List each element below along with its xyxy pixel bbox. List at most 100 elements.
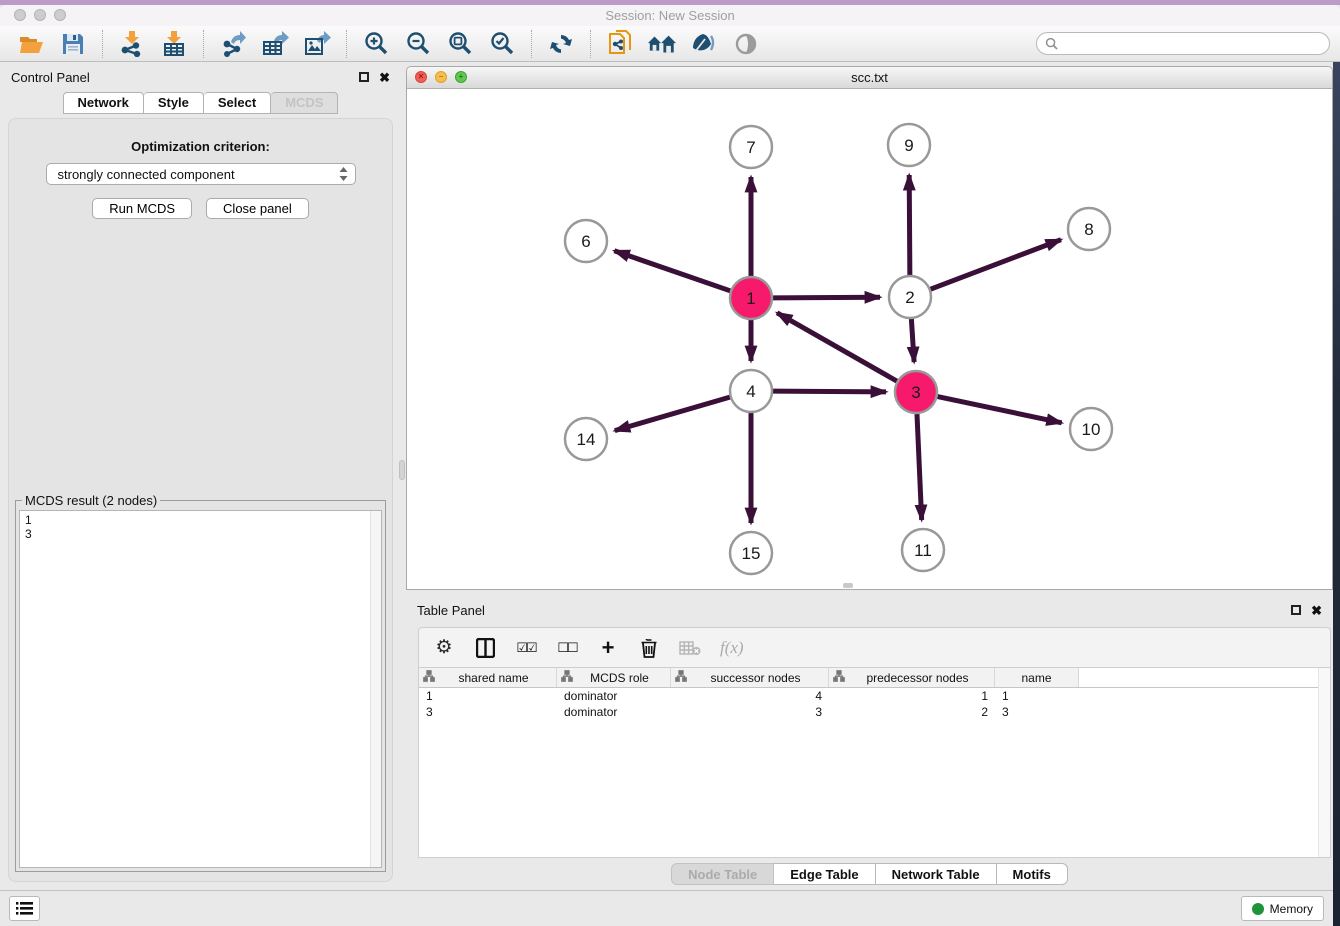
node-label-10: 10 bbox=[1082, 420, 1101, 439]
memory-label: Memory bbox=[1270, 902, 1313, 916]
cell-predecessor-nodes[interactable]: 1 bbox=[829, 689, 995, 703]
cell-successor-nodes[interactable]: 3 bbox=[671, 705, 829, 719]
node-label-1: 1 bbox=[746, 289, 755, 308]
column-header-successor-nodes[interactable]: successor nodes bbox=[671, 668, 829, 687]
panel-divider-grip[interactable] bbox=[399, 460, 405, 480]
edge-2-8[interactable] bbox=[931, 240, 1061, 290]
split-panel-icon[interactable] bbox=[474, 636, 496, 660]
app-titlebar: Session: New Session bbox=[0, 5, 1340, 26]
close-network-icon[interactable]: ✕ bbox=[415, 71, 427, 83]
select-all-rows-icon[interactable]: ☑☑ bbox=[515, 636, 537, 660]
home-layout-icon[interactable] bbox=[647, 30, 677, 58]
save-session-icon[interactable] bbox=[58, 30, 88, 58]
cell-predecessor-nodes[interactable]: 2 bbox=[829, 705, 995, 719]
delete-table-icon bbox=[679, 636, 701, 660]
edge-1-6[interactable] bbox=[614, 251, 730, 291]
cell-MCDS-role[interactable]: dominator bbox=[557, 705, 671, 719]
network-view-window: ✕ − + scc.txt 7968124314101511 bbox=[406, 66, 1333, 590]
add-column-icon[interactable]: + bbox=[597, 636, 619, 660]
open-session-icon[interactable] bbox=[16, 30, 46, 58]
tab-mcds[interactable]: MCDS bbox=[271, 92, 338, 114]
apply-style-icon[interactable] bbox=[689, 30, 719, 58]
zoom-in-icon[interactable] bbox=[361, 30, 391, 58]
float-table-panel-icon[interactable] bbox=[1291, 605, 1301, 615]
cell-name[interactable]: 3 bbox=[995, 705, 1079, 719]
refresh-view-icon[interactable] bbox=[546, 30, 576, 58]
import-network-icon[interactable] bbox=[117, 30, 147, 58]
network-graph[interactable]: 7968124314101511 bbox=[407, 89, 1332, 589]
cell-MCDS-role[interactable]: dominator bbox=[557, 689, 671, 703]
edge-3-10[interactable] bbox=[938, 397, 1062, 423]
tab-network-table[interactable]: Network Table bbox=[876, 863, 997, 885]
edge-3-11[interactable] bbox=[917, 414, 922, 520]
search-field[interactable] bbox=[1036, 32, 1330, 55]
delete-column-icon[interactable] bbox=[638, 636, 660, 660]
mcds-result-text[interactable]: 1 3 bbox=[19, 510, 382, 868]
node-label-15: 15 bbox=[742, 544, 761, 563]
zoom-fit-icon[interactable] bbox=[445, 30, 475, 58]
float-panel-icon[interactable] bbox=[359, 72, 369, 82]
table-header-row: shared nameMCDS rolesuccessor nodesprede… bbox=[419, 668, 1330, 688]
deselect-all-rows-icon[interactable]: ☐☐ bbox=[556, 636, 578, 660]
task-history-button[interactable] bbox=[9, 896, 40, 921]
cell-shared-name[interactable]: 1 bbox=[419, 689, 557, 703]
close-panel-button[interactable]: Close panel bbox=[206, 198, 309, 219]
network-canvas[interactable]: 7968124314101511 bbox=[407, 89, 1332, 589]
table-panel-header: Table Panel ✖ bbox=[406, 595, 1333, 625]
column-header-predecessor-nodes[interactable]: predecessor nodes bbox=[829, 668, 995, 687]
edge-4-3[interactable] bbox=[773, 391, 886, 392]
tab-select[interactable]: Select bbox=[204, 92, 271, 114]
edge-4-14[interactable] bbox=[615, 397, 730, 430]
function-builder-icon: f(x) bbox=[720, 636, 744, 660]
result-scrollbar[interactable] bbox=[370, 511, 381, 867]
edge-2-9[interactable] bbox=[909, 175, 910, 275]
search-input[interactable] bbox=[1063, 37, 1321, 51]
tab-node-table[interactable]: Node Table bbox=[671, 863, 774, 885]
node-table[interactable]: shared nameMCDS rolesuccessor nodesprede… bbox=[418, 667, 1331, 858]
zoom-selected-icon[interactable] bbox=[487, 30, 517, 58]
network-window-title: scc.txt bbox=[851, 70, 888, 85]
export-table-icon[interactable] bbox=[260, 30, 290, 58]
import-table-icon[interactable] bbox=[159, 30, 189, 58]
criterion-dropdown[interactable]: strongly connected component bbox=[46, 163, 356, 185]
run-mcds-button[interactable]: Run MCDS bbox=[92, 198, 192, 219]
column-header-name[interactable]: name bbox=[995, 668, 1079, 687]
cell-successor-nodes[interactable]: 4 bbox=[671, 689, 829, 703]
maximize-network-icon[interactable]: + bbox=[455, 71, 467, 83]
window-controls bbox=[14, 9, 66, 21]
close-table-panel-icon[interactable]: ✖ bbox=[1311, 604, 1322, 617]
tab-network[interactable]: Network bbox=[63, 92, 144, 114]
cell-name[interactable]: 1 bbox=[995, 689, 1079, 703]
column-header-shared-name[interactable]: shared name bbox=[419, 668, 557, 687]
mcds-result-title: MCDS result (2 nodes) bbox=[22, 493, 160, 508]
control-panel-tabs: NetworkStyleSelectMCDS bbox=[0, 92, 401, 114]
canvas-scrollbar-thumb[interactable] bbox=[843, 583, 853, 588]
tab-motifs[interactable]: Motifs bbox=[997, 863, 1068, 885]
table-row[interactable]: 3dominator323 bbox=[419, 704, 1330, 720]
minimize-window-icon[interactable] bbox=[34, 9, 46, 21]
network-from-selection-icon[interactable] bbox=[605, 30, 635, 58]
close-window-icon[interactable] bbox=[14, 9, 26, 21]
tab-edge-table[interactable]: Edge Table bbox=[774, 863, 875, 885]
show-graphics-details-icon[interactable] bbox=[731, 30, 761, 58]
cell-shared-name[interactable]: 3 bbox=[419, 705, 557, 719]
close-panel-icon[interactable]: ✖ bbox=[379, 71, 390, 84]
hierarchy-icon bbox=[833, 670, 845, 685]
main-toolbar bbox=[0, 26, 1340, 62]
export-network-icon[interactable] bbox=[218, 30, 248, 58]
table-row[interactable]: 1dominator411 bbox=[419, 688, 1330, 704]
edge-1-2[interactable] bbox=[773, 297, 880, 298]
edge-2-3[interactable] bbox=[911, 319, 914, 362]
tab-style[interactable]: Style bbox=[144, 92, 204, 114]
table-scrollbar[interactable] bbox=[1318, 668, 1330, 857]
column-header-MCDS-role[interactable]: MCDS role bbox=[557, 668, 671, 687]
maximize-window-icon[interactable] bbox=[54, 9, 66, 21]
zoom-out-icon[interactable] bbox=[403, 30, 433, 58]
minimize-network-icon[interactable]: − bbox=[435, 71, 447, 83]
toolbar-separator bbox=[531, 30, 532, 58]
memory-button[interactable]: Memory bbox=[1241, 896, 1324, 921]
hierarchy-icon bbox=[675, 670, 687, 685]
table-settings-icon[interactable]: ⚙ bbox=[433, 636, 455, 660]
edge-3-1[interactable] bbox=[777, 313, 897, 381]
export-image-icon[interactable] bbox=[302, 30, 332, 58]
